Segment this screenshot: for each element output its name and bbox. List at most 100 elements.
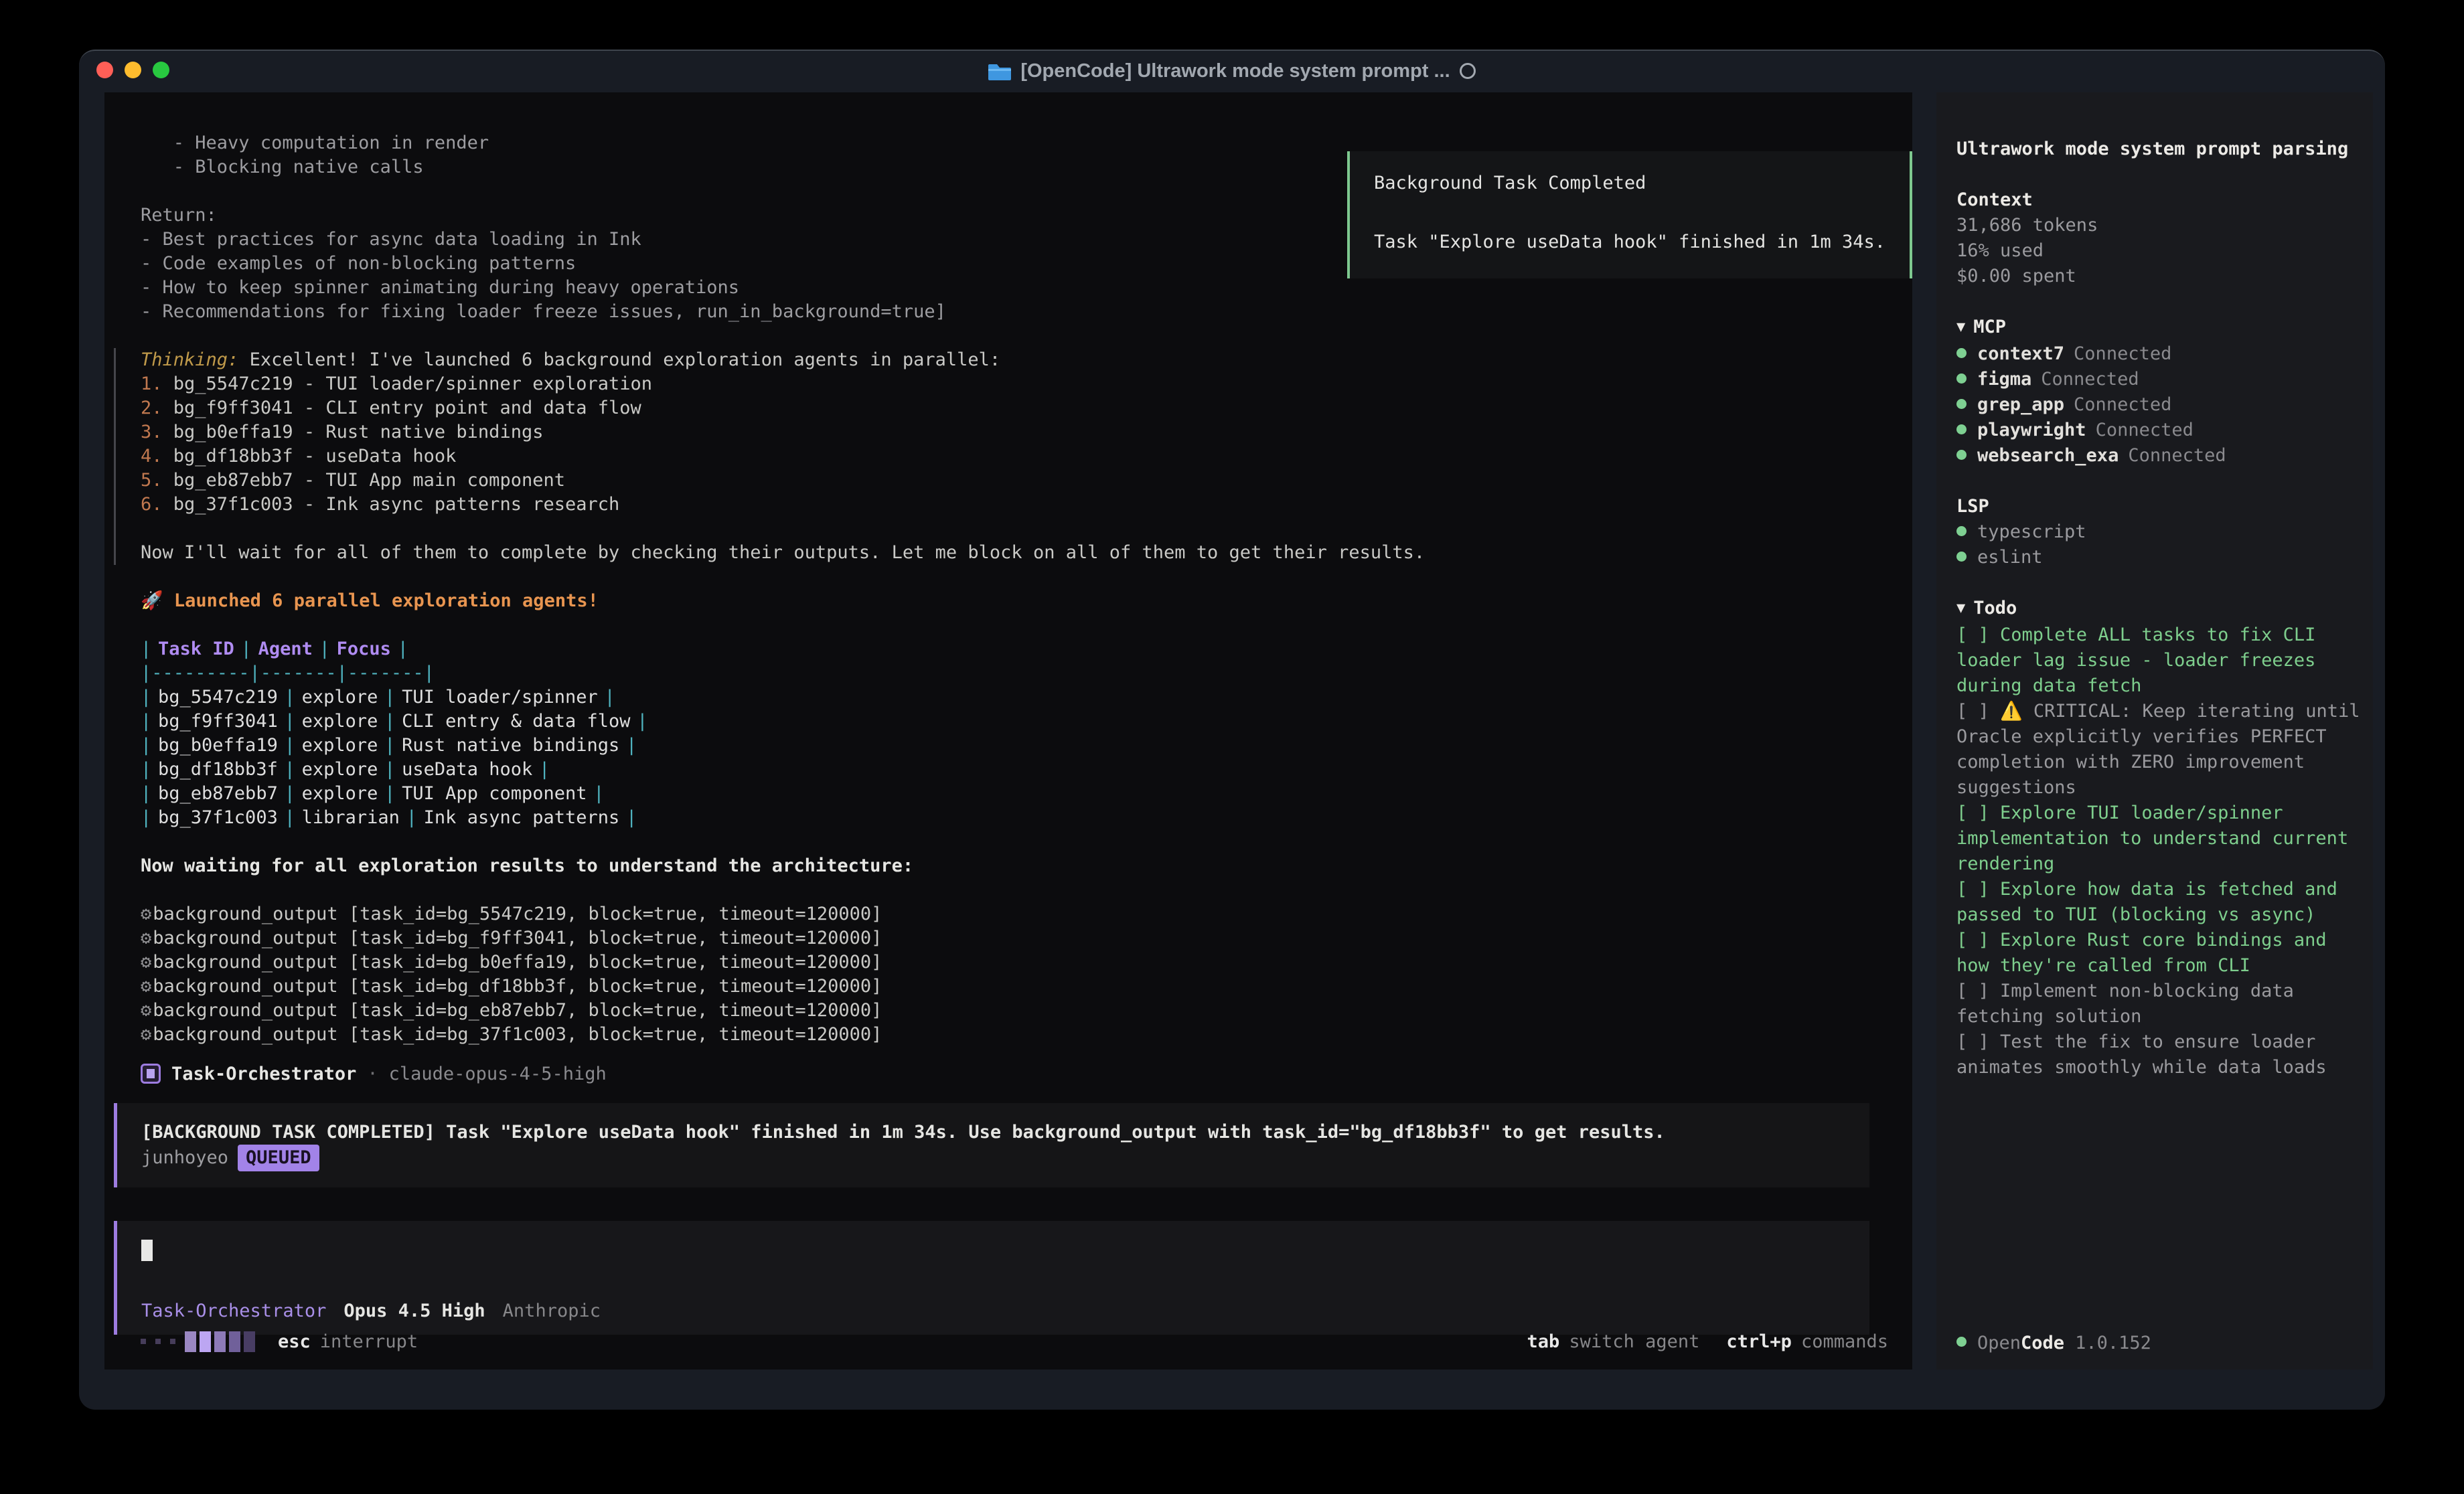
close-button[interactable] xyxy=(96,62,113,78)
esc-key-label: interrupt xyxy=(320,1331,418,1352)
thinking-item: 3. bg_b0effa19 - Rust native bindings xyxy=(141,420,1888,444)
status-badge: QUEUED xyxy=(238,1145,319,1171)
screen: [OpenCode] Ultrawork mode system prompt … xyxy=(0,0,2464,1494)
agents-table: |Task ID|Agent|Focus| |---------|-------… xyxy=(141,637,1888,830)
mcp-item: grep_appConnected xyxy=(1956,392,2364,418)
titlebar[interactable]: [OpenCode] Ultrawork mode system prompt … xyxy=(79,51,2385,91)
notification-title: Background Task Completed xyxy=(1374,171,1885,195)
chevron-down-icon: ▼ xyxy=(1956,600,1965,616)
todo-item: [ ] Implement non-blocking data fetching… xyxy=(1956,979,2364,1029)
status-dot-icon xyxy=(1956,552,1967,562)
context-spent: $0.00 spent xyxy=(1956,264,2364,289)
launch-line: 🚀 Launched 6 parallel exploration agents… xyxy=(141,589,1888,613)
username: junhoyeo xyxy=(141,1147,228,1168)
agent-footer: Task-Orchestrator Opus 4.5 High Anthropi… xyxy=(141,1301,1845,1321)
task-completed-message: [BACKGROUND TASK COMPLETED] Task "Explor… xyxy=(141,1120,1845,1145)
zoom-button[interactable] xyxy=(153,62,169,78)
minimize-button[interactable] xyxy=(125,62,141,78)
session-indicator-icon xyxy=(1460,63,1476,79)
thinking-item: 2. bg_f9ff3041 - CLI entry point and dat… xyxy=(141,396,1888,420)
thinking-outro: Now I'll wait for all of them to complet… xyxy=(141,541,1888,565)
blank-line xyxy=(141,324,1888,348)
app-version: 1.0.152 xyxy=(2075,1333,2151,1353)
brand-name: Open xyxy=(1977,1333,2021,1353)
tool-call: ⚙background_output [task_id=bg_eb87ebb7,… xyxy=(141,999,1888,1023)
agent-model: Opus 4.5 High xyxy=(343,1301,485,1321)
tab-key-hint: tab xyxy=(1527,1331,1560,1352)
session-title: Ultrawork mode system prompt parsing xyxy=(1956,137,2364,162)
task-meta-row: junhoyeo QUEUED xyxy=(141,1145,1845,1171)
thinking-intro: Thinking: Excellent! I've launched 6 bac… xyxy=(141,348,1888,372)
toast-notification[interactable]: Background Task Completed Task "Explore … xyxy=(1347,151,1912,278)
status-bar: esc interrupt tab switch agent ctrl+p co… xyxy=(141,1328,1888,1355)
main-terminal-panel: - Heavy computation in render - Blocking… xyxy=(104,92,1912,1370)
thinking-block: Thinking: Excellent! I've launched 6 bac… xyxy=(114,348,1888,565)
table-separator-row: |---------|-------|-------| xyxy=(141,661,1888,685)
context-heading: Context xyxy=(1956,187,2364,213)
status-dot-icon xyxy=(1956,399,1967,409)
mcp-item: websearch_exaConnected xyxy=(1956,443,2364,469)
prompt-input[interactable]: Task-Orchestrator Opus 4.5 High Anthropi… xyxy=(114,1221,1869,1335)
thinking-item: 1. bg_5547c219 - TUI loader/spinner expl… xyxy=(141,372,1888,396)
loading-spinner-icon xyxy=(141,1331,255,1352)
thinking-item: 6. bg_37f1c003 - Ink async patterns rese… xyxy=(141,493,1888,517)
gear-icon: ⚙ xyxy=(141,976,151,997)
mcp-item: context7Connected xyxy=(1956,341,2364,367)
tool-call: ⚙background_output [task_id=bg_f9ff3041,… xyxy=(141,926,1888,950)
output-line: - How to keep spinner animating during h… xyxy=(141,276,1888,300)
agent-name: Task-Orchestrator xyxy=(171,1064,356,1084)
gear-icon: ⚙ xyxy=(141,1024,151,1045)
chevron-down-icon: ▼ xyxy=(1956,319,1965,335)
agent-name: Task-Orchestrator xyxy=(141,1301,326,1321)
table-row: |bg_f9ff3041|explore|CLI entry & data fl… xyxy=(141,710,1888,734)
todo-item: [ ] Explore TUI loader/spinner implement… xyxy=(1956,801,2364,877)
traffic-lights xyxy=(96,62,169,78)
agent-header: Task-Orchestrator · claude-opus-4-5-high xyxy=(141,1062,1888,1086)
esc-key-hint: esc xyxy=(278,1331,311,1352)
thinking-label: Thinking: xyxy=(141,349,238,370)
gear-icon: ⚙ xyxy=(141,952,151,973)
tool-call-list: ⚙background_output [task_id=bg_5547c219,… xyxy=(141,902,1888,1047)
todo-heading[interactable]: ▼Todo xyxy=(1956,596,2364,622)
background-task-message: [BACKGROUND TASK COMPLETED] Task "Explor… xyxy=(114,1103,1869,1187)
todo-item: [ ] Explore Rust core bindings and how t… xyxy=(1956,928,2364,979)
thinking-item: 4. bg_df18bb3f - useData hook xyxy=(141,444,1888,469)
mcp-item: figmaConnected xyxy=(1956,367,2364,392)
todo-item: [ ] ⚠️ CRITICAL: Keep iterating until Or… xyxy=(1956,699,2364,801)
gear-icon: ⚙ xyxy=(141,928,151,948)
blank-line xyxy=(141,565,1888,589)
text-cursor xyxy=(141,1240,153,1261)
status-dot-icon xyxy=(1956,374,1967,384)
table-row: |bg_37f1c003|librarian|Ink async pattern… xyxy=(141,806,1888,830)
table-row: |bg_eb87ebb7|explore|TUI App component| xyxy=(141,782,1888,806)
tool-call: ⚙background_output [task_id=bg_b0effa19,… xyxy=(141,950,1888,975)
tool-call: ⚙background_output [task_id=bg_df18bb3f,… xyxy=(141,975,1888,999)
blank-line xyxy=(141,830,1888,854)
mcp-section: ▼MCP context7Connected figmaConnected gr… xyxy=(1956,315,2364,469)
rocket-icon: 🚀 xyxy=(141,590,163,611)
thinking-item: 5. bg_eb87ebb7 - TUI App main component xyxy=(141,469,1888,493)
lsp-item: eslint xyxy=(1956,545,2364,570)
mcp-heading[interactable]: ▼MCP xyxy=(1956,315,2364,341)
tab-key-label: switch agent xyxy=(1569,1331,1699,1352)
agent-provider: Anthropic xyxy=(503,1301,601,1321)
output-line: - Recommendations for fixing loader free… xyxy=(141,300,1888,324)
agent-icon xyxy=(141,1064,161,1084)
lsp-item: typescript xyxy=(1956,519,2364,545)
ctrlp-key-hint: ctrl+p xyxy=(1726,1331,1792,1352)
tool-call: ⚙background_output [task_id=bg_5547c219,… xyxy=(141,902,1888,926)
table-header-row: |Task ID|Agent|Focus| xyxy=(141,637,1888,661)
table-row: |bg_df18bb3f|explore|useData hook| xyxy=(141,758,1888,782)
status-dot-icon xyxy=(1956,348,1967,358)
lsp-heading: LSP xyxy=(1956,494,2364,519)
todo-item: [ ] Complete ALL tasks to fix CLI loader… xyxy=(1956,622,2364,699)
sidebar: Ultrawork mode system prompt parsing Con… xyxy=(1936,92,2373,1370)
status-dot-icon xyxy=(1956,424,1967,434)
todo-item: [ ] Explore how data is fetched and pass… xyxy=(1956,877,2364,928)
window-title: [OpenCode] Ultrawork mode system prompt … xyxy=(1020,60,1450,82)
terminal-window: [OpenCode] Ultrawork mode system prompt … xyxy=(79,50,2385,1410)
context-section: Context 31,686 tokens 16% used $0.00 spe… xyxy=(1956,187,2364,289)
ctrlp-key-label: commands xyxy=(1801,1331,1888,1352)
gear-icon: ⚙ xyxy=(141,1000,151,1021)
lsp-section: LSP typescript eslint xyxy=(1956,494,2364,570)
